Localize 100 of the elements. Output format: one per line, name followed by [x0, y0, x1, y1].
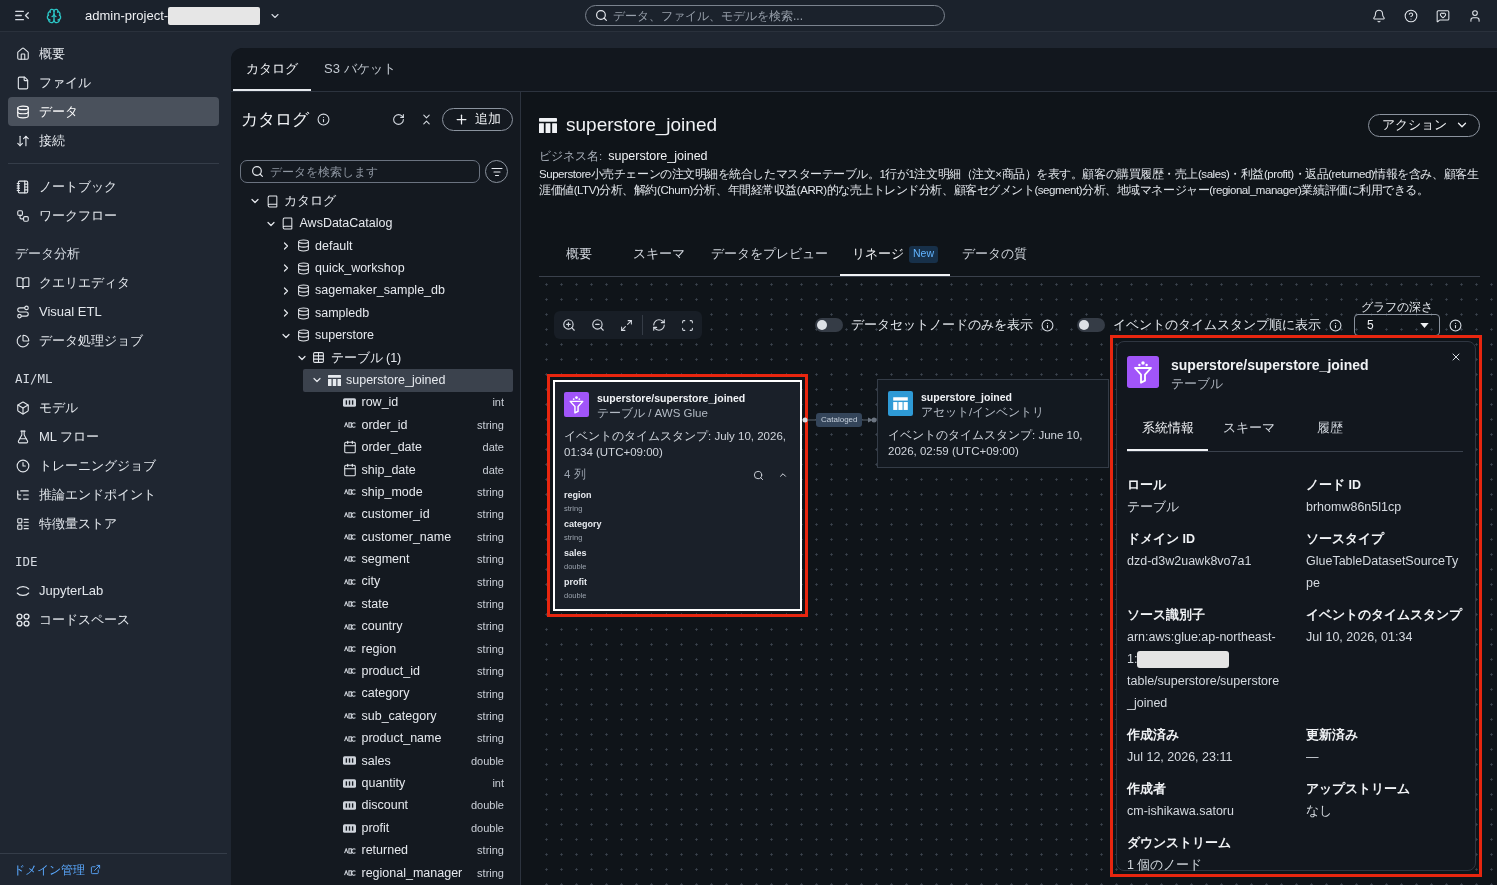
tab[interactable]: 概要 [539, 234, 619, 276]
message-icon[interactable] [1436, 8, 1450, 23]
section-heading: データ分析 [15, 244, 80, 263]
tree-item[interactable]: sagemaker_sample_db [272, 279, 513, 302]
sidebar-item[interactable]: ファイル [8, 68, 219, 97]
data-type-label: string [476, 686, 504, 702]
info-icon[interactable] [1329, 318, 1342, 332]
tree-item[interactable]: ship_mode string [318, 481, 513, 504]
field-label: ソース識別子 [1127, 607, 1205, 624]
tree-item[interactable]: sampledb [272, 301, 513, 325]
tree-item[interactable]: AwsDataCatalog [256, 212, 513, 235]
sidebar-item[interactable]: 概要 [8, 39, 219, 68]
tab[interactable]: 系統情報 [1127, 408, 1208, 451]
tree-item[interactable]: segment string [318, 548, 513, 571]
sidebar-item[interactable]: ノートブック [8, 172, 219, 201]
tree-item[interactable]: country string [318, 615, 513, 638]
tree-item[interactable]: superstore [272, 324, 513, 347]
database-icon [296, 329, 310, 343]
database-icon [296, 284, 310, 298]
tab[interactable]: 履歴 [1289, 408, 1370, 451]
tab[interactable]: スキーマ [1208, 408, 1289, 451]
tree-item[interactable]: city string [318, 570, 513, 594]
sidebar-item[interactable]: 推論エンドポイント [8, 480, 219, 509]
sidebar-item[interactable]: Visual ETL [8, 297, 219, 326]
brain-icon[interactable] [46, 7, 62, 24]
lineage-node[interactable]: superstore_joined アセット/インベントリ イベントのタイムスタンプ: June 10, 2026, 02:59 (UTC+09:00) [877, 379, 1109, 468]
field-label: ソースタイプ [1306, 531, 1384, 548]
tree-item[interactable]: returned string [318, 839, 513, 862]
close-icon[interactable] [1450, 351, 1462, 363]
text-type-icon [343, 735, 356, 742]
zoom-in-icon[interactable] [561, 318, 576, 332]
toggle-switch[interactable] [815, 318, 843, 332]
tree-item[interactable]: product_id string [318, 660, 513, 683]
sidebar-item[interactable]: ワークフロー [8, 201, 219, 230]
tree-item[interactable]: quick_workshop [272, 257, 513, 280]
field-label: ロール [1127, 477, 1166, 494]
field-value: なし [1306, 804, 1332, 818]
search-icon[interactable] [753, 469, 764, 481]
sidebar-item[interactable]: コードスペース [8, 605, 219, 634]
tree-item[interactable]: profit double [318, 816, 513, 840]
sidebar-item[interactable]: ML フロー [8, 422, 219, 451]
section-heading: IDE [15, 552, 38, 571]
notebook-icon [16, 179, 30, 194]
tree-item[interactable]: テーブル (1) [287, 346, 513, 370]
tree-item[interactable]: category string [318, 682, 513, 705]
sidebar-item[interactable]: トレーニングジョブ [8, 451, 219, 480]
chevron-up-icon[interactable] [778, 470, 788, 480]
user-icon[interactable] [1468, 8, 1482, 23]
tree-item[interactable]: sub_category string [318, 705, 513, 728]
tree-item[interactable]: order_id string [318, 413, 513, 437]
tree-item[interactable]: product_name string [318, 727, 513, 750]
tree-item[interactable]: superstore_joined [303, 369, 513, 392]
search-field[interactable]: データを検索します [240, 160, 480, 183]
section-heading: AI/ML [15, 369, 53, 388]
field-label: ドメイン ID [1127, 531, 1195, 548]
zoom-out-icon[interactable] [590, 318, 605, 332]
help-icon[interactable] [1404, 8, 1418, 23]
sidebar-item[interactable]: クエリエディタ [8, 268, 219, 297]
sidebar-item[interactable]: 接続 [8, 126, 219, 155]
data-type-label: date [481, 440, 504, 456]
sidebar-item[interactable]: JupyterLab [8, 576, 219, 605]
bell-icon[interactable] [1372, 8, 1386, 23]
refresh-icon[interactable] [392, 112, 405, 126]
expand-icon[interactable] [620, 318, 633, 332]
tree-item[interactable]: customer_id string [318, 503, 513, 526]
node-title: superstore/superstore_joined [597, 391, 746, 405]
refresh-icon[interactable] [651, 318, 666, 332]
data-type-label: string [476, 596, 504, 612]
tree-item[interactable]: state string [318, 593, 513, 616]
tab[interactable]: S3 バケット [311, 48, 409, 91]
tab[interactable]: スキーマ [619, 234, 699, 276]
tree-item[interactable]: default [272, 234, 513, 258]
menu-icon[interactable] [15, 10, 29, 21]
tree-item[interactable]: sales double [318, 749, 513, 773]
collapse-icon[interactable] [420, 112, 433, 126]
sidebar-item[interactable]: モデル [8, 393, 219, 422]
tab[interactable]: リネージ New [840, 234, 950, 276]
workflow-icon [16, 208, 30, 223]
sidebar-item[interactable]: データ [8, 97, 219, 126]
tree-item[interactable]: customer_name string [318, 525, 513, 549]
tab[interactable]: データの質 [950, 234, 1039, 276]
info-icon[interactable] [1449, 318, 1462, 332]
focus-icon[interactable] [681, 318, 694, 332]
sidebar-item[interactable]: データ処理ジョブ [8, 326, 219, 355]
tree-item[interactable]: discount double [318, 794, 513, 817]
tree-item[interactable]: quantity int [318, 772, 513, 795]
database-icon [16, 104, 30, 119]
tree-item[interactable]: ship_date date [318, 458, 513, 482]
tree-item[interactable]: カタログ [241, 190, 513, 213]
cube-icon [16, 400, 30, 415]
tree-item[interactable]: order_date date [318, 436, 513, 459]
toggle-switch[interactable] [1077, 318, 1105, 332]
domain-management-link[interactable]: ドメイン管理 [13, 860, 101, 879]
tab[interactable]: データをプレビュー [699, 234, 840, 276]
info-icon[interactable] [1041, 318, 1054, 332]
tree-item[interactable]: region string [318, 637, 513, 661]
info-icon[interactable] [317, 112, 330, 126]
tree-item[interactable]: row_id int [318, 391, 513, 414]
sidebar-item[interactable]: 特徴量ストア [8, 509, 219, 538]
tree-item[interactable]: regional_manager string [318, 861, 513, 885]
